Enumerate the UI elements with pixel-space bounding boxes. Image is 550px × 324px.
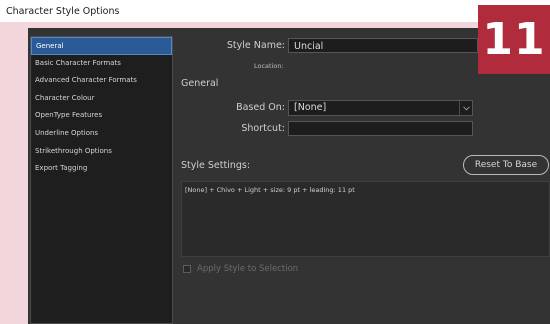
sidebar-item-underline-options[interactable]: Underline Options [31, 125, 172, 143]
chevron-down-icon[interactable] [459, 101, 472, 115]
section-title-general: General [181, 78, 219, 89]
sidebar-item-advanced-character-formats[interactable]: Advanced Character Formats [31, 72, 172, 90]
shortcut-label: Shortcut: [241, 123, 285, 134]
based-on-select[interactable]: [None] [288, 100, 473, 116]
style-name-input[interactable] [288, 38, 478, 53]
step-number-badge: 11 [478, 5, 550, 74]
style-settings-summary: [None] + Chivo + Light + size: 9 pt + le… [181, 181, 550, 257]
apply-style-checkbox[interactable] [183, 265, 191, 273]
window-title: Character Style Options [6, 6, 120, 17]
style-name-label: Style Name: [226, 40, 285, 51]
shortcut-input[interactable] [288, 121, 473, 136]
based-on-label: Based On: [236, 102, 285, 113]
sidebar-item-basic-character-formats[interactable]: Basic Character Formats [31, 55, 172, 73]
based-on-value: [None] [294, 102, 327, 113]
sidebar-item-general[interactable]: General [31, 37, 172, 55]
apply-style-label: Apply Style to Selection [197, 264, 299, 274]
sidebar-item-opentype-features[interactable]: OpenType Features [31, 107, 172, 125]
location-label: Location: [254, 62, 284, 70]
style-settings-text: [None] + Chivo + Light + size: 9 pt + le… [185, 186, 355, 194]
reset-to-base-button[interactable]: Reset To Base [463, 155, 549, 175]
sidebar-item-export-tagging[interactable]: Export Tagging [31, 160, 172, 178]
character-style-dialog: General Basic Character Formats Advanced… [28, 28, 550, 324]
style-settings-label: Style Settings: [181, 160, 251, 171]
sidebar-item-strikethrough-options[interactable]: Strikethrough Options [31, 143, 172, 161]
options-sidebar: General Basic Character Formats Advanced… [30, 36, 173, 324]
sidebar-item-character-colour[interactable]: Character Colour [31, 90, 172, 108]
window-titlebar: Character Style Options [0, 0, 550, 22]
